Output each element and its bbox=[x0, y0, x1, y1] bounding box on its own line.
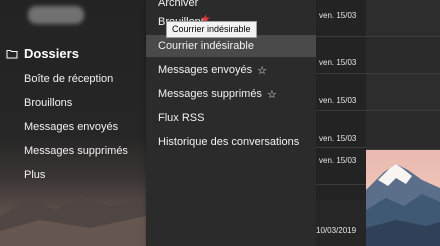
menu-item-deleted[interactable]: Messages supprimés ☆ bbox=[146, 83, 316, 105]
message-date: ven. 15/03 bbox=[319, 58, 357, 67]
tooltip: Courrier indésirable bbox=[166, 21, 257, 38]
list-item[interactable]: ven. 15/03 bbox=[316, 111, 366, 148]
menu-item-rss[interactable]: Flux RSS bbox=[146, 107, 316, 129]
nav-item-deleted[interactable]: Messages supprimés bbox=[24, 144, 128, 158]
navigation-pane: Dossiers Boîte de réception Brouillons M… bbox=[0, 0, 146, 246]
star-outline-icon[interactable]: ☆ bbox=[267, 88, 277, 101]
folder-icon bbox=[6, 47, 18, 59]
list-item bbox=[366, 37, 440, 74]
list-item bbox=[366, 111, 440, 150]
menu-item-label: Historique des conversations bbox=[158, 136, 300, 148]
folders-header[interactable]: Dossiers bbox=[0, 44, 146, 62]
menu-item-label: Flux RSS bbox=[158, 112, 205, 124]
message-date: 10/03/2019 bbox=[316, 226, 357, 235]
nav-item-sent[interactable]: Messages envoyés bbox=[24, 120, 118, 134]
list-item[interactable]: ven. 15/03 bbox=[316, 37, 366, 74]
message-date: ven. 15/03 bbox=[319, 156, 357, 165]
message-date: ven. 15/03 bbox=[319, 96, 357, 105]
message-date: ven. 15/03 bbox=[319, 11, 357, 20]
menu-item-junk[interactable]: Courrier indésirable bbox=[146, 35, 316, 57]
nav-item-inbox[interactable]: Boîte de réception bbox=[24, 72, 113, 86]
reading-pane-edge bbox=[366, 0, 440, 246]
list-item[interactable]: ven. 15/03 bbox=[316, 148, 366, 185]
menu-item-label: Messages envoyés bbox=[158, 64, 253, 76]
list-item bbox=[366, 74, 440, 111]
message-list: ven. 15/03 ven. 15/03 ven. 15/03 ven. 15… bbox=[316, 0, 366, 246]
menu-item-label: Archiver bbox=[158, 0, 199, 9]
folders-header-label: Dossiers bbox=[24, 45, 79, 61]
list-item[interactable]: 10/03/2019 bbox=[316, 200, 366, 246]
nav-item-more[interactable]: Plus bbox=[24, 168, 45, 182]
list-item[interactable]: ven. 15/03 bbox=[316, 0, 366, 37]
message-date: ven. 15/03 bbox=[319, 134, 357, 143]
list-item[interactable]: ven. 15/03 bbox=[316, 74, 366, 111]
star-outline-icon[interactable]: ☆ bbox=[257, 64, 267, 77]
list-item bbox=[366, 0, 440, 37]
menu-item-sent[interactable]: Messages envoyés ☆ bbox=[146, 59, 316, 81]
nav-item-drafts[interactable]: Brouillons bbox=[24, 96, 72, 110]
background-mountain bbox=[0, 194, 146, 246]
menu-item-conversation-history[interactable]: Historique des conversations bbox=[146, 131, 316, 153]
menu-item-label: Courrier indésirable bbox=[158, 40, 254, 52]
account-name-blurred[interactable] bbox=[28, 6, 84, 24]
mountain-photo bbox=[366, 150, 440, 246]
menu-item-label: Messages supprimés bbox=[158, 88, 262, 100]
